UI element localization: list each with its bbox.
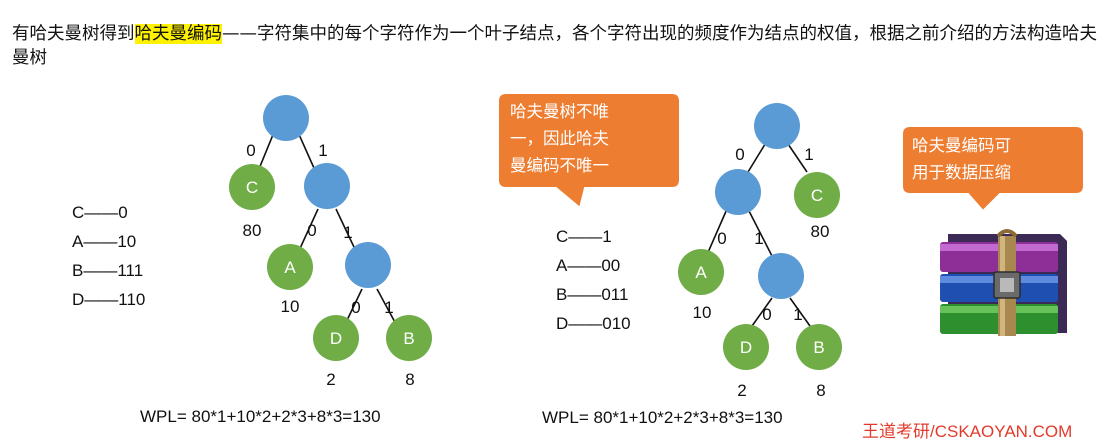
left-wpl: WPL= 80*1+10*2+2*3+8*3=130	[140, 407, 381, 426]
right-wpl: WPL= 80*1+10*2+2*3+8*3=130	[542, 408, 783, 427]
left-weight-c: 80	[243, 221, 262, 240]
right-edge-label-root-0: 0	[735, 145, 744, 164]
left-edge-label-n1-0: 0	[307, 221, 316, 240]
right-edge-root-n1	[747, 140, 768, 173]
callout-unique: 哈夫曼树不唯 一，因此哈夫 曼编码不唯一	[510, 98, 675, 179]
right-weight-c: 80	[811, 222, 830, 241]
left-edge-label-root-0: 0	[246, 141, 255, 160]
callout-compress-line-1: 哈夫曼编码可	[912, 136, 1011, 155]
callout-unique-line-3: 曼编码不唯一	[510, 156, 609, 175]
right-tree: C A D B 0 1 0 1 0 1 80 10 2 8	[678, 103, 842, 400]
right-internal-node-2	[758, 253, 804, 299]
left-internal-node-1	[304, 163, 350, 209]
left-weight-a: 10	[281, 297, 300, 316]
right-weight-d: 2	[737, 381, 746, 400]
right-leaf-b-label: B	[813, 338, 824, 357]
right-weight-b: 8	[816, 381, 825, 400]
left-leaf-d-label: D	[330, 329, 342, 348]
right-leaf-c-label: C	[811, 186, 823, 205]
left-edge-label-root-1: 1	[318, 141, 327, 160]
left-edge-label-n1-1: 1	[343, 223, 352, 242]
right-internal-node-1	[715, 169, 761, 215]
right-edge-label-n1-0: 0	[717, 229, 726, 248]
left-internal-node-2	[345, 242, 391, 288]
left-edge-label-n2-1: 1	[384, 298, 393, 317]
left-tree: C A D B 0 1 0 1 0 1 80 10 2 8	[229, 95, 432, 389]
right-leaf-d-label: D	[740, 338, 752, 357]
left-leaf-b-label: B	[403, 329, 414, 348]
left-leaf-c-label: C	[246, 178, 258, 197]
callout-unique-line-2: 一，因此哈夫	[510, 129, 609, 148]
right-edge-label-n2-1: 1	[793, 305, 802, 324]
right-weight-a: 10	[693, 303, 712, 322]
left-edge-label-n2-0: 0	[351, 298, 360, 317]
right-edge-label-n2-0: 0	[762, 305, 771, 324]
right-root-node	[754, 103, 800, 149]
left-root-node	[263, 95, 309, 141]
winrar-archive-icon	[940, 229, 1067, 336]
watermark: 王道考研/CSKAOYAN.COM	[862, 422, 1073, 441]
trees-canvas: C A D B 0 1 0 1 0 1 80 10 2 8 C A D B 0 …	[229, 92, 1085, 400]
right-edge-label-n1-1: 1	[754, 229, 763, 248]
left-weight-d: 2	[326, 370, 335, 389]
callout-compress: 哈夫曼编码可 用于数据压缩	[912, 132, 1082, 186]
right-leaf-a-label: A	[695, 263, 707, 282]
callout-unique-line-1: 哈夫曼树不唯	[510, 102, 609, 121]
left-weight-b: 8	[405, 370, 414, 389]
right-edge-label-root-1: 1	[804, 145, 813, 164]
callout-compress-line-2: 用于数据压缩	[912, 163, 1011, 182]
left-leaf-a-label: A	[284, 258, 296, 277]
